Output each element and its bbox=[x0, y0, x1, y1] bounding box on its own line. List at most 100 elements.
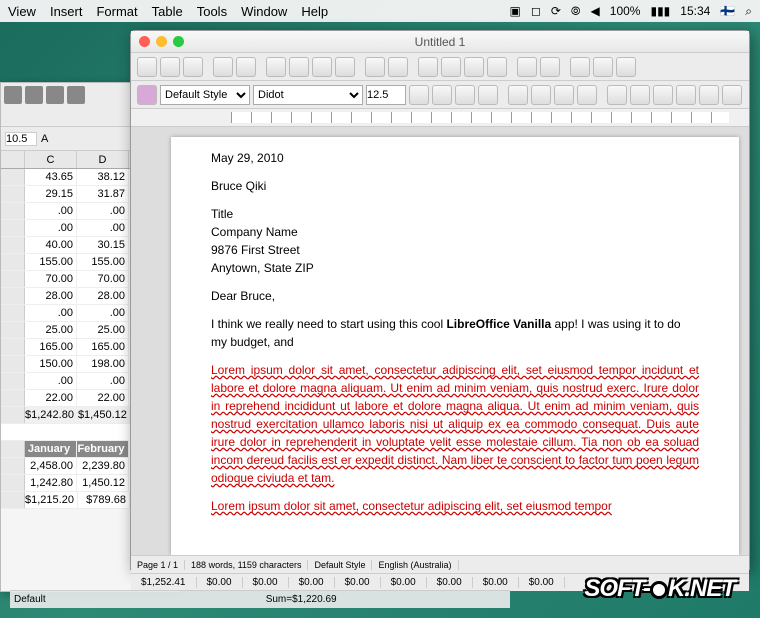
table-icon[interactable] bbox=[441, 57, 461, 77]
doc-date: May 29, 2010 bbox=[211, 149, 699, 167]
justify-icon[interactable] bbox=[577, 85, 597, 105]
doc-lorem: Lorem ipsum dolor sit amet, consectetur … bbox=[211, 497, 699, 515]
writer-statusbar: Page 1 / 1 188 words, 1159 characters De… bbox=[131, 555, 749, 573]
doc-sender: Bruce Qiki bbox=[211, 177, 699, 195]
minimize-icon[interactable] bbox=[156, 36, 167, 47]
sum-cell: $0.00 bbox=[473, 577, 519, 588]
toolbar-icon[interactable] bbox=[4, 86, 22, 104]
highlight-icon[interactable] bbox=[722, 85, 742, 105]
navigator-icon[interactable] bbox=[570, 57, 590, 77]
nonprint-icon[interactable] bbox=[540, 57, 560, 77]
align-center-icon[interactable] bbox=[531, 85, 551, 105]
writer-toolbar-format: Default Style Didot bbox=[131, 81, 749, 109]
status-lang[interactable]: English (Australia) bbox=[372, 560, 458, 570]
fontcolor-icon[interactable] bbox=[699, 85, 719, 105]
style-select[interactable]: Default Style bbox=[160, 85, 250, 105]
sum-cell: $0.00 bbox=[289, 577, 335, 588]
image-icon[interactable] bbox=[464, 57, 484, 77]
doc-address: Title Company Name 9876 First Street Any… bbox=[211, 205, 699, 277]
sum-cell: $0.00 bbox=[243, 577, 289, 588]
italic-icon[interactable] bbox=[432, 85, 452, 105]
copy-icon[interactable] bbox=[289, 57, 309, 77]
toolbar-icon[interactable] bbox=[67, 86, 85, 104]
print-icon[interactable] bbox=[213, 57, 233, 77]
menu-view[interactable]: View bbox=[8, 4, 36, 19]
indent-dec-icon[interactable] bbox=[653, 85, 673, 105]
gallery-icon[interactable] bbox=[593, 57, 613, 77]
status-default[interactable]: Default bbox=[14, 594, 46, 605]
hyperlink-icon[interactable] bbox=[418, 57, 438, 77]
format-paint-icon[interactable] bbox=[335, 57, 355, 77]
cut-icon[interactable] bbox=[266, 57, 286, 77]
menu-tools[interactable]: Tools bbox=[197, 4, 227, 19]
sum-cell: $0.00 bbox=[335, 577, 381, 588]
calc-statusbar: Default Sum=$1,220.69 bbox=[10, 590, 510, 608]
writer-toolbar-main bbox=[131, 53, 749, 81]
toolbar-icon[interactable] bbox=[25, 86, 43, 104]
indent-inc-icon[interactable] bbox=[676, 85, 696, 105]
save-icon[interactable] bbox=[183, 57, 203, 77]
fontsize-input[interactable] bbox=[366, 85, 406, 105]
bold-icon[interactable] bbox=[409, 85, 429, 105]
menu-format[interactable]: Format bbox=[96, 4, 137, 19]
bold-icon[interactable]: A bbox=[41, 133, 48, 145]
numbering-icon[interactable] bbox=[630, 85, 650, 105]
menu-help[interactable]: Help bbox=[301, 4, 328, 19]
paste-icon[interactable] bbox=[312, 57, 332, 77]
sum-cell: $0.00 bbox=[381, 577, 427, 588]
wifi-icon[interactable]: ⦾ bbox=[571, 4, 581, 19]
undo-icon[interactable] bbox=[365, 57, 385, 77]
page[interactable]: May 29, 2010 Bruce Qiki Title Company Na… bbox=[171, 137, 739, 555]
zoom-icon[interactable] bbox=[173, 36, 184, 47]
toolbar-icon[interactable] bbox=[46, 86, 64, 104]
doc-salutation: Dear Bruce, bbox=[211, 287, 699, 305]
status-sum[interactable]: Sum=$1,220.69 bbox=[266, 594, 337, 605]
new-icon[interactable] bbox=[137, 57, 157, 77]
search-icon[interactable]: ⌕ bbox=[745, 4, 752, 19]
sum-cell: $0.00 bbox=[197, 577, 243, 588]
chart-icon[interactable] bbox=[487, 57, 507, 77]
battery-label: 100% bbox=[610, 4, 641, 18]
menu-insert[interactable]: Insert bbox=[50, 4, 83, 19]
horizontal-ruler[interactable] bbox=[131, 109, 749, 127]
preview-icon[interactable] bbox=[236, 57, 256, 77]
redo-icon[interactable] bbox=[388, 57, 408, 77]
font-size-input[interactable] bbox=[5, 132, 37, 146]
clock[interactable]: 15:34 bbox=[680, 4, 710, 18]
status-words[interactable]: 188 words, 1159 characters bbox=[185, 560, 308, 570]
col-header[interactable]: D bbox=[77, 151, 129, 168]
watermark: SOFT-K.NET bbox=[584, 575, 735, 603]
tray-icon[interactable]: ▣ bbox=[510, 4, 521, 18]
window-title: Untitled 1 bbox=[415, 35, 466, 49]
display-icon[interactable]: ◻ bbox=[531, 4, 541, 18]
menu-window[interactable]: Window bbox=[241, 4, 287, 19]
doc-paragraph: I think we really need to start using th… bbox=[211, 315, 699, 351]
sum-cell: $0.00 bbox=[519, 577, 565, 588]
close-icon[interactable] bbox=[139, 36, 150, 47]
status-style[interactable]: Default Style bbox=[308, 560, 372, 570]
system-menubar: View Insert Format Table Tools Window He… bbox=[0, 0, 760, 22]
spellcheck-icon[interactable] bbox=[517, 57, 537, 77]
menu-table[interactable]: Table bbox=[152, 4, 183, 19]
writer-titlebar: Untitled 1 bbox=[131, 31, 749, 53]
underline-icon[interactable] bbox=[455, 85, 475, 105]
status-page[interactable]: Page 1 / 1 bbox=[131, 560, 185, 570]
volume-icon[interactable]: ◀ bbox=[591, 4, 600, 18]
strike-icon[interactable] bbox=[478, 85, 498, 105]
styles-icon[interactable] bbox=[137, 85, 157, 105]
align-left-icon[interactable] bbox=[508, 85, 528, 105]
flag-icon[interactable]: 🇫🇮 bbox=[720, 4, 735, 18]
bullets-icon[interactable] bbox=[607, 85, 627, 105]
sum-cell: $0.00 bbox=[427, 577, 473, 588]
writer-window: Untitled 1 Default Style Didot bbox=[130, 30, 750, 570]
col-header[interactable]: C bbox=[25, 151, 77, 168]
sync-icon[interactable]: ⟳ bbox=[551, 4, 561, 18]
doc-lorem: Lorem ipsum dolor sit amet, consectetur … bbox=[211, 361, 699, 487]
open-icon[interactable] bbox=[160, 57, 180, 77]
battery-icon[interactable]: ▮▮▮ bbox=[650, 4, 670, 18]
font-select[interactable]: Didot bbox=[253, 85, 363, 105]
help-icon[interactable] bbox=[616, 57, 636, 77]
align-right-icon[interactable] bbox=[554, 85, 574, 105]
sum-cell: $1,252.41 bbox=[131, 577, 197, 588]
document-area[interactable]: May 29, 2010 Bruce Qiki Title Company Na… bbox=[131, 127, 749, 555]
